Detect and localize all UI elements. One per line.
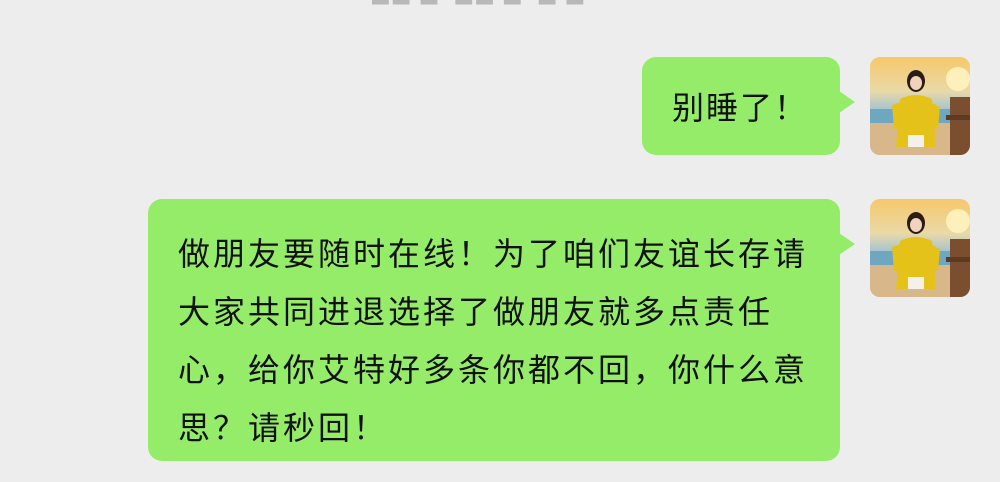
avatar-photo-icon — [870, 199, 970, 297]
cut-off-header-text: ▬▬ ▬▬▬ ▬▬ ▬ — [370, 0, 585, 7]
avatar[interactable] — [870, 199, 970, 297]
message-text: 做朋友要随时在线！为了咱们友谊长存请大家共同进退选择了做朋友就多点责任心，给你艾… — [178, 235, 809, 447]
message-text: 别睡了！ — [672, 89, 809, 127]
avatar-photo-icon — [870, 57, 970, 155]
message-bubble[interactable]: 别睡了！ — [642, 57, 855, 155]
message-bubble[interactable]: 做朋友要随时在线！为了咱们友谊长存请大家共同进退选择了做朋友就多点责任心，给你艾… — [148, 199, 855, 461]
avatar[interactable] — [870, 57, 970, 155]
